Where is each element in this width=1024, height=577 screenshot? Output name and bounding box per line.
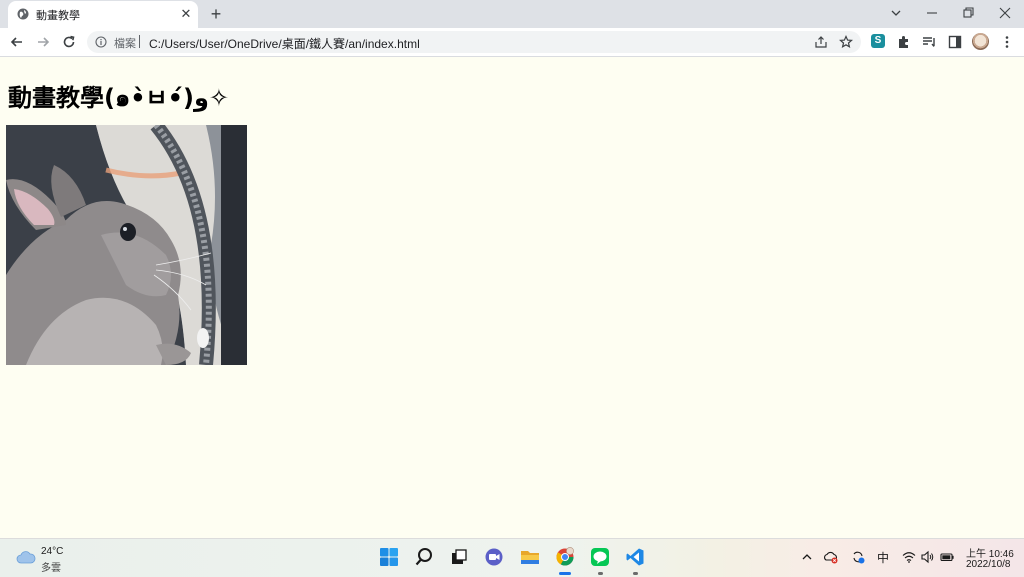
sync-status-icon[interactable]	[851, 550, 865, 564]
tab-active[interactable]: 動畫教學 ✕	[8, 1, 198, 28]
close-window-icon[interactable]	[995, 4, 1015, 22]
bookmark-star-icon[interactable]	[839, 35, 853, 49]
side-panel-icon[interactable]	[947, 34, 963, 50]
onedrive-error-icon[interactable]	[824, 550, 838, 564]
forward-icon[interactable]	[35, 34, 51, 50]
teams-chat-icon[interactable]	[484, 547, 504, 567]
address-bar[interactable]: 檔案 C:/Users/User/OneDrive/桌面/鐵人賽/an/inde…	[87, 31, 861, 53]
file-explorer-icon[interactable]	[520, 547, 540, 567]
new-tab-button[interactable]: +	[207, 5, 225, 23]
extensions-puzzle-icon[interactable]	[896, 34, 912, 50]
vscode-icon[interactable]	[625, 547, 645, 567]
info-icon[interactable]	[95, 36, 107, 48]
vscode-running-indicator	[633, 572, 638, 575]
clock-time[interactable]: 上午 10:46	[966, 545, 1014, 560]
url-text[interactable]: C:/Users/User/OneDrive/桌面/鐵人賽/an/index.h…	[149, 35, 420, 52]
reading-list-icon[interactable]	[921, 34, 937, 50]
menu-kebab-icon[interactable]	[999, 34, 1015, 50]
minimize-icon[interactable]	[922, 4, 942, 22]
tab-title: 動畫教學	[36, 10, 80, 22]
chevron-up-icon[interactable]	[800, 550, 814, 564]
back-icon[interactable]	[9, 34, 25, 50]
rabbit-photo	[6, 125, 247, 365]
scheme-label: 檔案	[114, 38, 136, 50]
chrome-icon[interactable]	[555, 547, 575, 567]
ime-indicator[interactable]: 中	[877, 549, 889, 566]
page-heading: 動畫教學(๑•̀ㅂ•́)و✧	[8, 84, 229, 112]
chrome-running-indicator	[559, 572, 571, 575]
tab-close-icon[interactable]: ✕	[179, 7, 193, 21]
tab-strip: 動畫教學 ✕ +	[0, 0, 1024, 28]
weather-temperature[interactable]: 24°C	[41, 546, 63, 557]
task-view-icon[interactable]	[449, 547, 469, 567]
cloud-icon[interactable]	[16, 550, 36, 564]
tab-search-icon[interactable]	[886, 4, 906, 22]
globe-icon	[17, 8, 29, 20]
clock-date[interactable]: 2022/10/8	[966, 559, 1011, 570]
weather-condition[interactable]: 多雲	[41, 559, 61, 574]
windows-start-icon[interactable]	[379, 547, 399, 567]
taskbar: 24°C 多雲 中 上午 10:46 2022/10/8	[0, 538, 1024, 577]
search-icon[interactable]	[414, 547, 434, 567]
line-app-icon[interactable]	[590, 547, 610, 567]
restore-icon[interactable]	[958, 4, 978, 22]
s-extension-icon[interactable]: S	[871, 34, 885, 48]
profile-avatar[interactable]	[972, 33, 989, 50]
line-running-indicator	[598, 572, 603, 575]
page-viewport: 動畫教學(๑•̀ㅂ•́)و✧	[0, 57, 1024, 538]
wifi-icon[interactable]	[902, 550, 916, 564]
share-icon[interactable]	[814, 35, 828, 49]
reload-icon[interactable]	[61, 34, 77, 50]
browser-toolbar: 檔案 C:/Users/User/OneDrive/桌面/鐵人賽/an/inde…	[0, 28, 1024, 57]
divider	[139, 35, 140, 48]
battery-icon[interactable]	[940, 550, 954, 564]
volume-icon[interactable]	[920, 550, 934, 564]
